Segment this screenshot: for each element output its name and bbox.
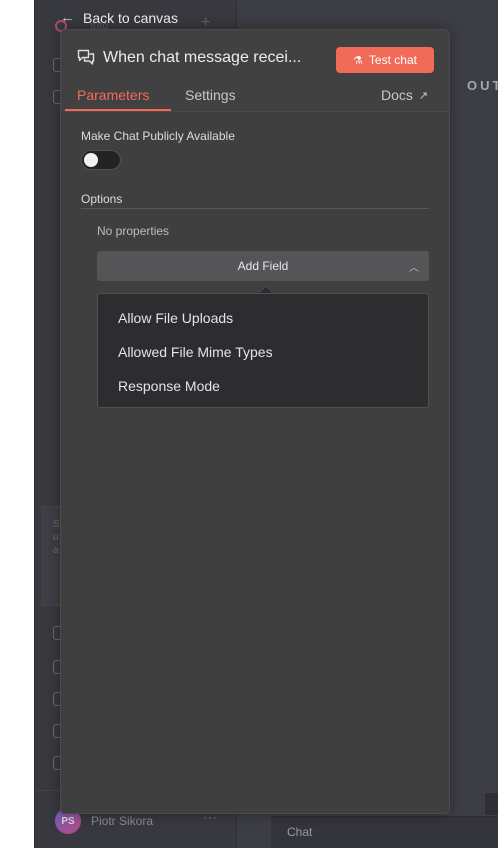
chat-bar[interactable]: Chat (271, 816, 498, 848)
test-chat-label: Test chat (368, 53, 417, 67)
hint-strip: ♡ I w (485, 793, 498, 815)
dropdown-item-response-mode[interactable]: Response Mode (98, 369, 428, 403)
tab-parameters[interactable]: Parameters (77, 87, 149, 103)
back-to-canvas-button[interactable]: ← Back to canvas (60, 9, 178, 26)
chevron-up-icon: ︿ (409, 263, 419, 274)
divider (81, 208, 429, 209)
add-field-label: Add Field (237, 259, 289, 273)
chat-bubble-icon (77, 49, 95, 65)
arrow-left-icon: ← (60, 9, 75, 26)
back-to-canvas-label: Back to canvas (83, 9, 178, 26)
node-title[interactable]: When chat message recei... (103, 49, 301, 67)
output-panel-title: OUT (467, 78, 498, 93)
sidebar-card-text: a (53, 545, 59, 556)
flask-icon: ⚗ (353, 54, 363, 67)
add-field-button[interactable]: Add Field ︿ (97, 251, 429, 281)
sidebar-card-text: S (53, 519, 60, 530)
no-properties-text: No properties (97, 224, 170, 238)
node-details-panel: When chat message recei... ⚗ Test chat P… (60, 29, 450, 814)
docs-label: Docs (381, 87, 413, 103)
dropdown-item-allowed-file-mime-types[interactable]: Allowed File Mime Types (98, 335, 428, 369)
user-name: Piotr Sikora (91, 814, 154, 828)
public-toggle-label: Make Chat Publicly Available (81, 129, 235, 143)
panel-header: When chat message recei... ⚗ Test chat P… (61, 30, 449, 112)
public-availability-toggle[interactable] (81, 150, 121, 170)
options-label: Options (81, 192, 123, 206)
tab-docs[interactable]: Docs ↗ (381, 87, 428, 103)
chat-bar-label: Chat (287, 825, 313, 839)
external-link-icon: ↗ (418, 89, 429, 102)
test-chat-button[interactable]: ⚗ Test chat (336, 47, 434, 73)
tab-settings[interactable]: Settings (185, 87, 236, 103)
dropdown-item-allow-file-uploads[interactable]: Allow File Uploads (98, 301, 428, 335)
toggle-knob (84, 153, 98, 167)
add-field-dropdown: Allow File Uploads Allowed File Mime Typ… (97, 293, 429, 408)
active-tab-indicator (65, 109, 171, 111)
sidebar-card-text: u (53, 532, 59, 543)
